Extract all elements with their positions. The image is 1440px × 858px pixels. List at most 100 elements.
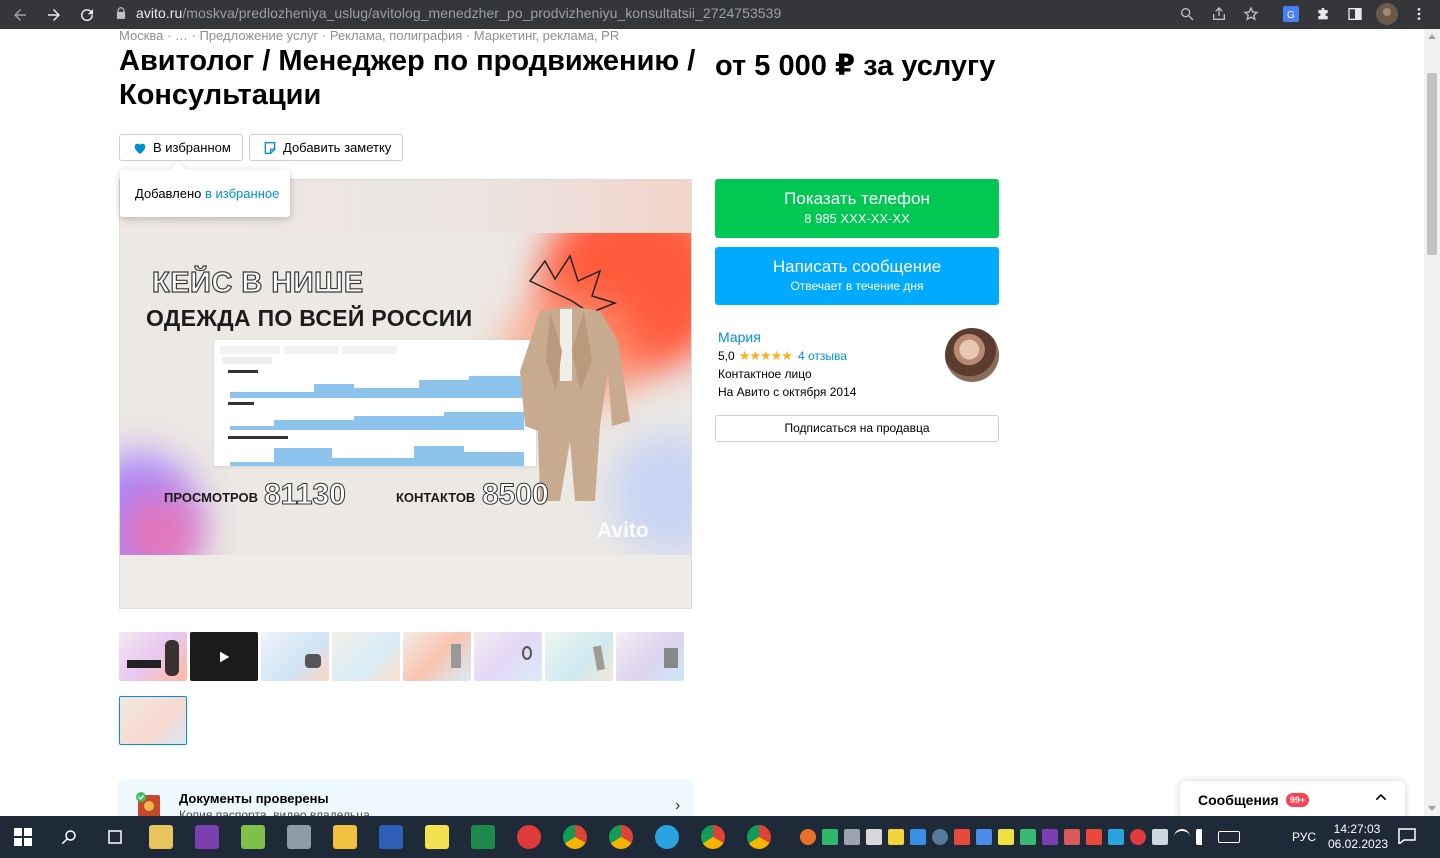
tray-icon[interactable] xyxy=(844,829,860,845)
favorite-tooltip: Добавлено в избранное xyxy=(120,170,290,217)
thumbnail-selected[interactable] xyxy=(119,696,187,745)
stats-dashboard-image xyxy=(214,340,536,466)
tray-icon[interactable] xyxy=(888,829,904,845)
note-icon xyxy=(264,141,276,154)
tray-icon[interactable] xyxy=(1108,829,1124,845)
reload-button[interactable] xyxy=(71,0,103,29)
keyboard-icon[interactable] xyxy=(1218,831,1240,843)
messages-widget[interactable]: Сообщения 99+ xyxy=(1180,781,1405,816)
sidepanel-icon[interactable] xyxy=(1342,1,1368,27)
rating-value: 5,0 xyxy=(718,349,735,363)
thumbnail[interactable] xyxy=(545,632,613,681)
url-text: avito.ru/moskva/predlozheniya_uslug/avit… xyxy=(136,5,781,21)
messages-label: Сообщения xyxy=(1198,792,1279,808)
messages-count-badge: 99+ xyxy=(1286,793,1309,807)
thumbnail[interactable] xyxy=(616,632,684,681)
tray-icon[interactable] xyxy=(1130,829,1146,845)
taskbar-app-sticky[interactable] xyxy=(414,816,460,858)
tray-icon[interactable] xyxy=(932,829,948,845)
show-phone-button[interactable]: Показать телефон 8 985 XXX-XX-XX xyxy=(715,179,999,238)
input-language[interactable]: РУС xyxy=(1292,830,1316,844)
extensions-bar: G xyxy=(1278,1,1432,27)
notifications-icon[interactable] xyxy=(1398,828,1416,844)
taskbar-app-utility[interactable] xyxy=(276,816,322,858)
address-bar[interactable]: avito.ru/moskva/predlozheniya_uslug/avit… xyxy=(108,0,1270,25)
seller-avatar[interactable] xyxy=(945,328,999,382)
share-icon[interactable] xyxy=(1207,2,1231,26)
scroll-thumb[interactable] xyxy=(1427,73,1437,255)
tray-icon[interactable] xyxy=(976,829,992,845)
add-note-button[interactable]: Добавить заметку xyxy=(249,134,404,161)
zoom-icon[interactable] xyxy=(1175,2,1199,26)
taskbar-app-telegram[interactable] xyxy=(644,816,690,858)
translate-extension-icon[interactable]: G xyxy=(1278,1,1304,27)
taskbar-app-chrome-2[interactable] xyxy=(598,816,644,858)
seller-type: Контактное лицо xyxy=(718,367,812,381)
play-icon xyxy=(220,651,230,663)
taskbar-app-chrome-4[interactable] xyxy=(736,816,782,858)
gallery-main-image[interactable]: КЕЙС В НИШЕ ОДЕЖДА ПО ВСЕЙ РОССИИ ПРОСМО… xyxy=(120,233,691,555)
favorite-button[interactable]: В избранном xyxy=(119,134,243,161)
views-value: 81130 xyxy=(264,478,347,512)
seller-since: На Авито с октября 2014 xyxy=(718,385,857,399)
page-scrollbar[interactable] xyxy=(1424,29,1440,816)
forward-button[interactable] xyxy=(38,0,70,29)
breadcrumb[interactable]: Москва · … · Предложение услуг · Реклама… xyxy=(119,29,619,43)
wifi-icon[interactable] xyxy=(1174,829,1190,845)
taskbar-app-word[interactable] xyxy=(368,816,414,858)
start-button[interactable] xyxy=(0,816,46,858)
svg-text:G: G xyxy=(1287,10,1295,21)
taskbar-app-notepad[interactable] xyxy=(230,816,276,858)
tray-icon[interactable] xyxy=(822,829,838,845)
tray-icon[interactable] xyxy=(910,829,926,845)
avito-watermark: Avito xyxy=(597,519,649,542)
back-button[interactable] xyxy=(4,0,36,29)
reviews-link[interactable]: 4 отзыва xyxy=(798,349,847,363)
tray-icon[interactable] xyxy=(1020,829,1036,845)
taskbar-app-yandex[interactable] xyxy=(506,816,552,858)
tray-icon[interactable] xyxy=(866,829,882,845)
favorites-link[interactable]: в избранное xyxy=(205,186,279,201)
documents-title: Документы проверены xyxy=(179,791,329,806)
thumbnail[interactable] xyxy=(261,632,329,681)
thumbnail[interactable] xyxy=(119,632,187,681)
heart-icon xyxy=(134,143,146,154)
taskbar-app-onenote[interactable] xyxy=(184,816,230,858)
puzzle-icon[interactable] xyxy=(1310,1,1336,27)
kebab-menu-icon[interactable] xyxy=(1406,1,1432,27)
tray-icon[interactable] xyxy=(998,829,1014,845)
arrow-right-icon xyxy=(48,8,60,21)
tray-icon[interactable] xyxy=(1042,829,1058,845)
tray-icon[interactable] xyxy=(1086,829,1102,845)
bookmark-star-icon[interactable] xyxy=(1239,2,1263,26)
passport-icon xyxy=(136,792,160,816)
taskbar-app-chrome-3[interactable] xyxy=(690,816,736,858)
taskbar-app-folder[interactable] xyxy=(322,816,368,858)
image-gallery[interactable]: КЕЙС В НИШЕ ОДЕЖДА ПО ВСЕЙ РОССИИ ПРОСМО… xyxy=(119,179,692,609)
write-message-button[interactable]: Написать сообщение Отвечает в течение дн… xyxy=(715,247,999,305)
subscribe-seller-button[interactable]: Подписаться на продавца xyxy=(715,415,999,442)
tray-icon[interactable] xyxy=(800,829,816,845)
contacts-value: 8500 xyxy=(482,478,550,512)
scroll-down-icon[interactable] xyxy=(1428,806,1436,811)
clock[interactable]: 14:27:03 06.02.2023 xyxy=(1328,822,1388,852)
scroll-up-icon[interactable] xyxy=(1428,34,1436,39)
slide-subheading: ОДЕЖДА ПО ВСЕЙ РОССИИ xyxy=(146,305,473,331)
documents-verified-banner[interactable]: Документы проверены Копия паспорта, виде… xyxy=(117,779,694,816)
tray-icon[interactable] xyxy=(1064,829,1080,845)
profile-avatar[interactable] xyxy=(1374,1,1400,27)
task-view-button[interactable] xyxy=(92,816,138,858)
thumbnail[interactable] xyxy=(403,632,471,681)
search-button[interactable] xyxy=(46,816,92,858)
seller-name[interactable]: Мария xyxy=(718,329,761,345)
taskbar-app-explorer[interactable] xyxy=(138,816,184,858)
taskbar-app-excel[interactable] xyxy=(460,816,506,858)
tray-icon[interactable] xyxy=(954,829,970,845)
volume-icon[interactable] xyxy=(1196,829,1212,845)
thumbnail[interactable] xyxy=(474,632,542,681)
tray-icon[interactable] xyxy=(1152,829,1168,845)
chevron-up-icon[interactable] xyxy=(1373,789,1389,805)
video-thumbnail[interactable] xyxy=(190,632,258,681)
taskbar-app-chrome[interactable] xyxy=(552,816,598,858)
thumbnail[interactable] xyxy=(332,632,400,681)
